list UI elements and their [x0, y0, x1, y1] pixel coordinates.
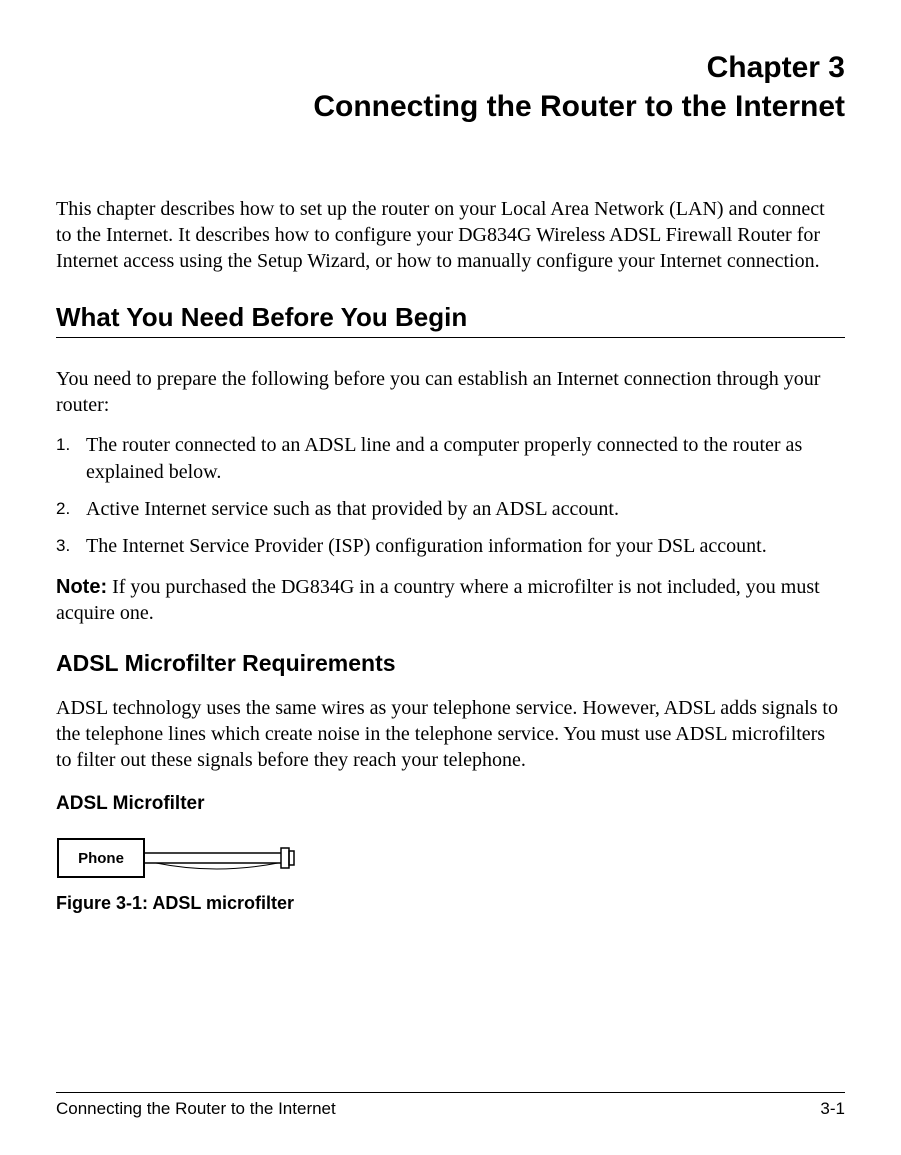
list-item: 1. The router connected to an ADSL line …	[56, 432, 845, 486]
chapter-intro: This chapter describes how to set up the…	[56, 196, 845, 274]
list-item: 3. The Internet Service Provider (ISP) c…	[56, 533, 845, 560]
list-number: 1.	[56, 432, 86, 486]
footer-page-number: 3-1	[820, 1099, 845, 1119]
chapter-title: Connecting the Router to the Internet	[56, 87, 845, 126]
section-heading-begin: What You Need Before You Begin	[56, 302, 845, 338]
section2-text: ADSL technology uses the same wires as y…	[56, 695, 845, 773]
section-heading-microfilter-req: ADSL Microfilter Requirements	[56, 650, 845, 677]
list-text: The Internet Service Provider (ISP) conf…	[86, 533, 845, 560]
list-number: 3.	[56, 533, 86, 560]
section-heading-microfilter: ADSL Microfilter	[56, 793, 845, 815]
figure-microfilter: Phone Figure 3-1: ADSL microfilter	[56, 833, 845, 914]
section1-lead: You need to prepare the following before…	[56, 366, 845, 418]
figure-phone-label: Phone	[78, 850, 124, 867]
page-footer: Connecting the Router to the Internet 3-…	[56, 1092, 845, 1119]
list-text: Active Internet service such as that pro…	[86, 496, 845, 523]
note-text: If you purchased the DG834G in a country…	[56, 576, 820, 624]
chapter-number: Chapter 3	[56, 48, 845, 87]
list-number: 2.	[56, 496, 86, 523]
list-text: The router connected to an ADSL line and…	[86, 432, 845, 486]
chapter-header: Chapter 3 Connecting the Router to the I…	[56, 48, 845, 126]
microfilter-icon: Phone	[56, 833, 306, 883]
note-label: Note:	[56, 576, 107, 598]
note-paragraph: Note: If you purchased the DG834G in a c…	[56, 574, 845, 626]
list-item: 2. Active Internet service such as that …	[56, 496, 845, 523]
footer-title: Connecting the Router to the Internet	[56, 1099, 336, 1119]
figure-caption: Figure 3-1: ADSL microfilter	[56, 893, 845, 914]
ordered-list: 1. The router connected to an ADSL line …	[56, 432, 845, 560]
